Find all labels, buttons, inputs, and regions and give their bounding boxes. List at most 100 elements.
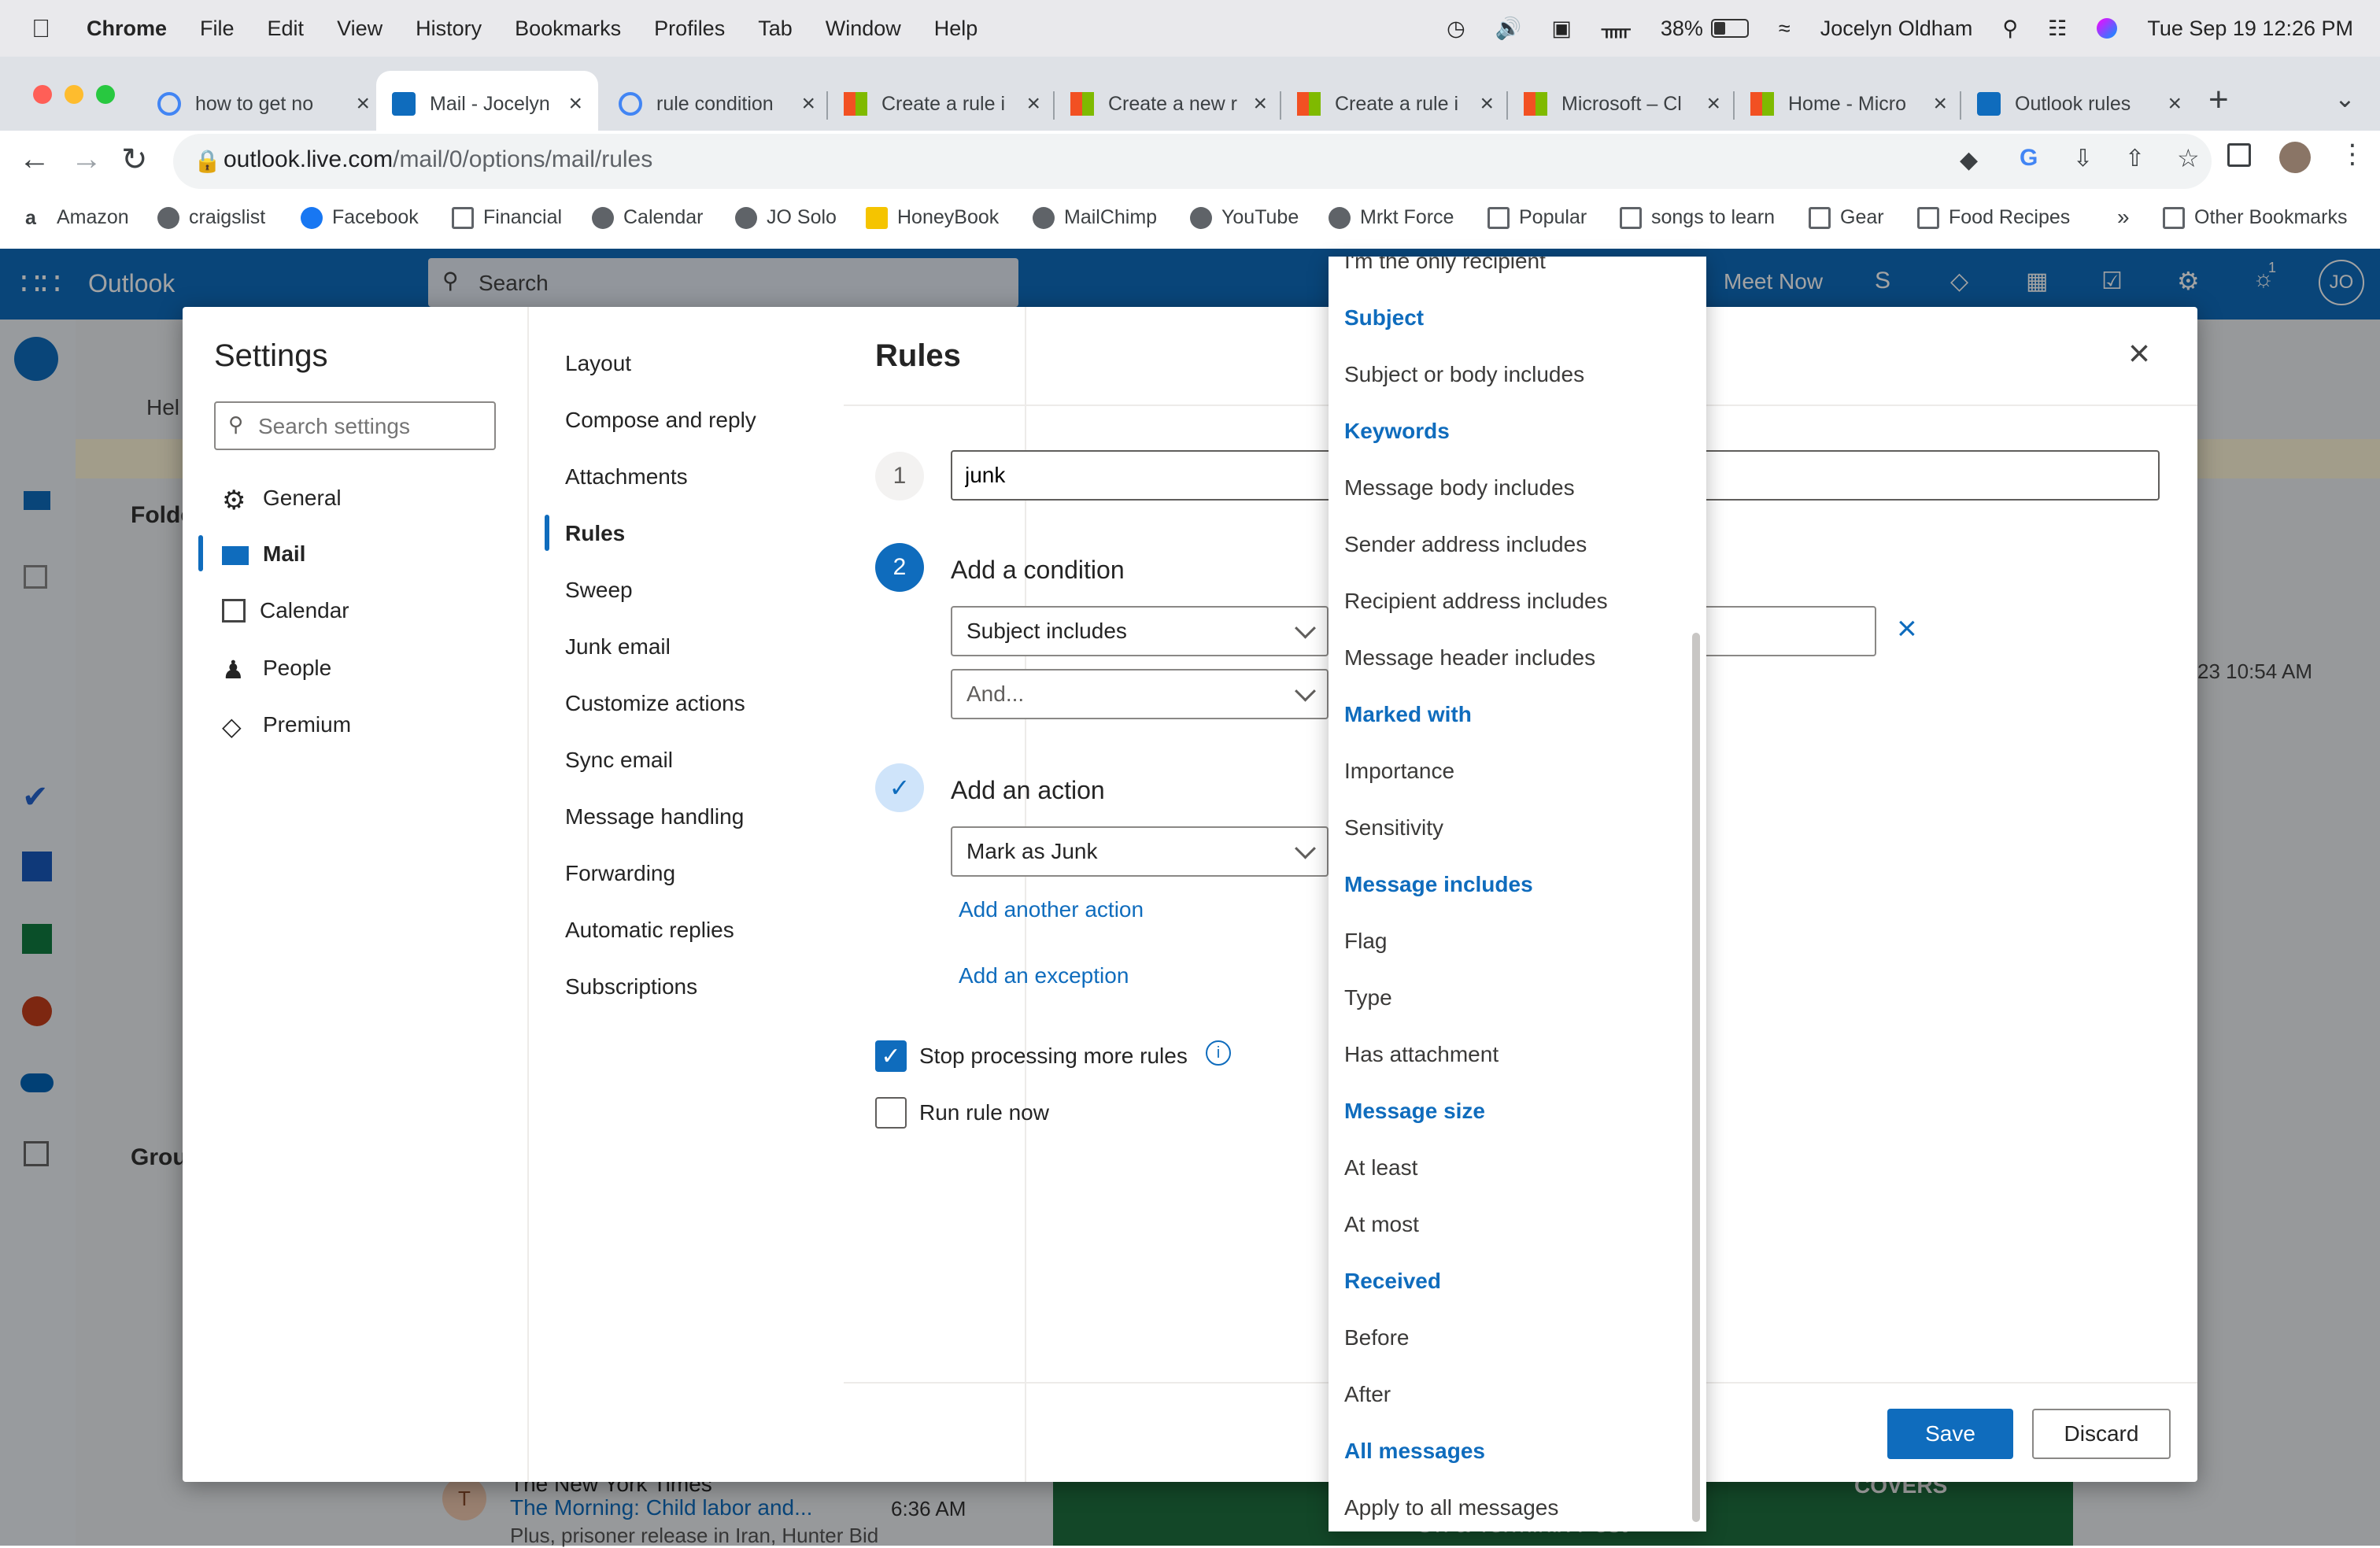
condition-option[interactable]: Has attachment [1344, 1042, 1499, 1067]
back-icon[interactable]: ← [19, 142, 50, 177]
close-tab-icon[interactable]: × [2168, 91, 2182, 117]
bookmark-food-recipes[interactable]: Food Recipes [1917, 206, 2070, 229]
condition-option[interactable]: At most [1344, 1212, 1419, 1237]
app-menu[interactable]: Chrome [87, 17, 167, 41]
bookmark-other[interactable]: Other Bookmarks [2163, 206, 2348, 229]
nav-premium[interactable]: ◇ Premium [222, 711, 351, 741]
user-name[interactable]: Jocelyn Oldham [1820, 17, 1973, 41]
tab-microsoft-5[interactable]: Home - Micro × [1750, 71, 1947, 137]
action-dropdown[interactable]: Mark as Junk [951, 826, 1329, 877]
tab-microsoft-4[interactable]: Microsoft – Cl × [1524, 71, 1720, 137]
window-minimize-button[interactable] [65, 85, 83, 104]
condition-option[interactable]: Flag [1344, 929, 1387, 954]
clock[interactable]: Tue Sep 19 12:26 PM [2147, 17, 2353, 41]
menu-profiles[interactable]: Profiles [654, 17, 725, 41]
tab-outlook-rules[interactable]: Outlook rules × [1977, 71, 2182, 137]
tab-microsoft-1[interactable]: Create a rule i × [844, 71, 1040, 137]
condition-option[interactable]: I'm the only recipient [1344, 257, 1546, 274]
tab-mail[interactable]: Mail - Jocelyn × [376, 71, 598, 137]
settings-search[interactable]: ⚲ [214, 401, 496, 450]
profile-avatar[interactable] [2279, 142, 2311, 173]
bluetooth-icon[interactable]: ᚅ [1602, 17, 1631, 41]
menu-view[interactable]: View [337, 17, 382, 41]
reload-icon[interactable]: ↻ [121, 142, 148, 178]
nav-people[interactable]: ♟ People [222, 655, 331, 684]
tab-google-1[interactable]: how to get no × [157, 71, 370, 137]
share-icon[interactable]: ⇧ [2125, 145, 2145, 172]
side-panel-icon[interactable] [2227, 143, 2251, 167]
subnav-junk[interactable]: Junk email [565, 634, 671, 659]
stop-processing-checkbox[interactable]: ✓ [875, 1040, 907, 1072]
nav-mail[interactable]: Mail [222, 541, 305, 567]
run-rule-now-checkbox[interactable] [875, 1097, 907, 1129]
subnav-layout[interactable]: Layout [565, 351, 631, 376]
siri-icon[interactable] [2097, 18, 2118, 39]
subnav-forwarding[interactable]: Forwarding [565, 861, 675, 886]
extension-icon[interactable]: ◆ [1960, 146, 1978, 174]
bookmark-jo-solo[interactable]: JO Solo [735, 206, 837, 229]
new-tab-icon[interactable]: + [2208, 80, 2229, 120]
close-tab-icon[interactable]: × [801, 91, 815, 117]
bookmark-honeybook[interactable]: HoneyBook [866, 206, 999, 229]
bookmark-songs[interactable]: songs to learn [1620, 206, 1775, 229]
tab-microsoft-3[interactable]: Create a rule i × [1297, 71, 1494, 137]
bookmark-facebook[interactable]: Facebook [301, 206, 419, 229]
condition-option[interactable]: After [1344, 1382, 1391, 1407]
chrome-menu-icon[interactable]: ⋮ [2339, 139, 2366, 170]
close-tab-icon[interactable]: × [1026, 91, 1040, 117]
add-another-action-link[interactable]: Add another action [959, 897, 1144, 922]
address-bar[interactable]: 🔒 outlook.live.com/mail/0/options/mail/r… [173, 134, 2212, 189]
condition-option[interactable]: Recipient address includes [1344, 589, 1608, 614]
wifi-icon[interactable]: ≈ [1779, 17, 1791, 41]
time-machine-icon[interactable]: ◷ [1447, 17, 1465, 41]
subnav-sweep[interactable]: Sweep [565, 578, 633, 603]
battery-icon[interactable] [1710, 19, 1749, 38]
info-icon[interactable]: i [1206, 1040, 1231, 1066]
subnav-subscriptions[interactable]: Subscriptions [565, 974, 697, 999]
subnav-rules[interactable]: Rules [565, 521, 625, 546]
subnav-sync-email[interactable]: Sync email [565, 748, 673, 773]
settings-search-input[interactable] [257, 409, 488, 444]
google-g-icon[interactable]: G [2020, 145, 2038, 172]
tab-search-icon[interactable]: ⌄ [2334, 83, 2356, 113]
subnav-attachments[interactable]: Attachments [565, 464, 688, 490]
lock-icon[interactable]: 🔒 [194, 148, 221, 174]
condition-option[interactable]: Subject or body includes [1344, 362, 1584, 387]
subnav-compose[interactable]: Compose and reply [565, 408, 756, 433]
bookmark-youtube[interactable]: YouTube [1190, 206, 1299, 229]
scrollbar-track[interactable] [1692, 633, 1700, 1522]
subnav-automatic-replies[interactable]: Automatic replies [565, 918, 734, 943]
bookmark-mailchimp[interactable]: MailChimp [1033, 206, 1157, 229]
condition-option[interactable]: Before [1344, 1325, 1410, 1350]
condition-option[interactable]: Message header includes [1344, 645, 1595, 671]
condition-option[interactable]: Apply to all messages [1344, 1495, 1558, 1520]
condition-option[interactable]: Importance [1344, 759, 1454, 784]
close-tab-icon[interactable]: × [1480, 91, 1494, 117]
bookmark-craigslist[interactable]: craigslist [157, 206, 265, 229]
menu-bookmarks[interactable]: Bookmarks [515, 17, 621, 41]
add-exception-link[interactable]: Add an exception [959, 963, 1129, 988]
condition-option[interactable]: At least [1344, 1155, 1417, 1180]
menu-help[interactable]: Help [934, 17, 978, 41]
bookmark-amazon[interactable]: a Amazon [25, 206, 129, 229]
close-tab-icon[interactable]: × [1253, 91, 1267, 117]
nav-calendar[interactable]: Calendar [222, 598, 349, 623]
menu-file[interactable]: File [200, 17, 235, 41]
forward-icon[interactable]: → [71, 142, 102, 177]
bookmark-financial[interactable]: Financial [452, 206, 562, 229]
window-zoom-button[interactable] [96, 85, 115, 104]
close-tab-icon[interactable]: × [356, 91, 370, 117]
and-condition-dropdown[interactable]: And... [951, 669, 1329, 719]
close-tab-icon[interactable]: × [1933, 91, 1947, 117]
close-icon[interactable]: × [2128, 332, 2150, 375]
menu-edit[interactable]: Edit [268, 17, 305, 41]
tab-microsoft-2[interactable]: Create a new r × [1070, 71, 1267, 137]
menu-window[interactable]: Window [826, 17, 901, 41]
close-tab-icon[interactable]: × [1706, 91, 1720, 117]
menu-history[interactable]: History [416, 17, 482, 41]
nav-general[interactable]: ⚙ General [222, 485, 342, 515]
condition-option[interactable]: Type [1344, 985, 1392, 1010]
condition-dropdown[interactable]: Subject includes [951, 606, 1329, 656]
display-icon[interactable]: ▣ [1551, 17, 1572, 41]
bookmark-popular[interactable]: Popular [1488, 206, 1587, 229]
